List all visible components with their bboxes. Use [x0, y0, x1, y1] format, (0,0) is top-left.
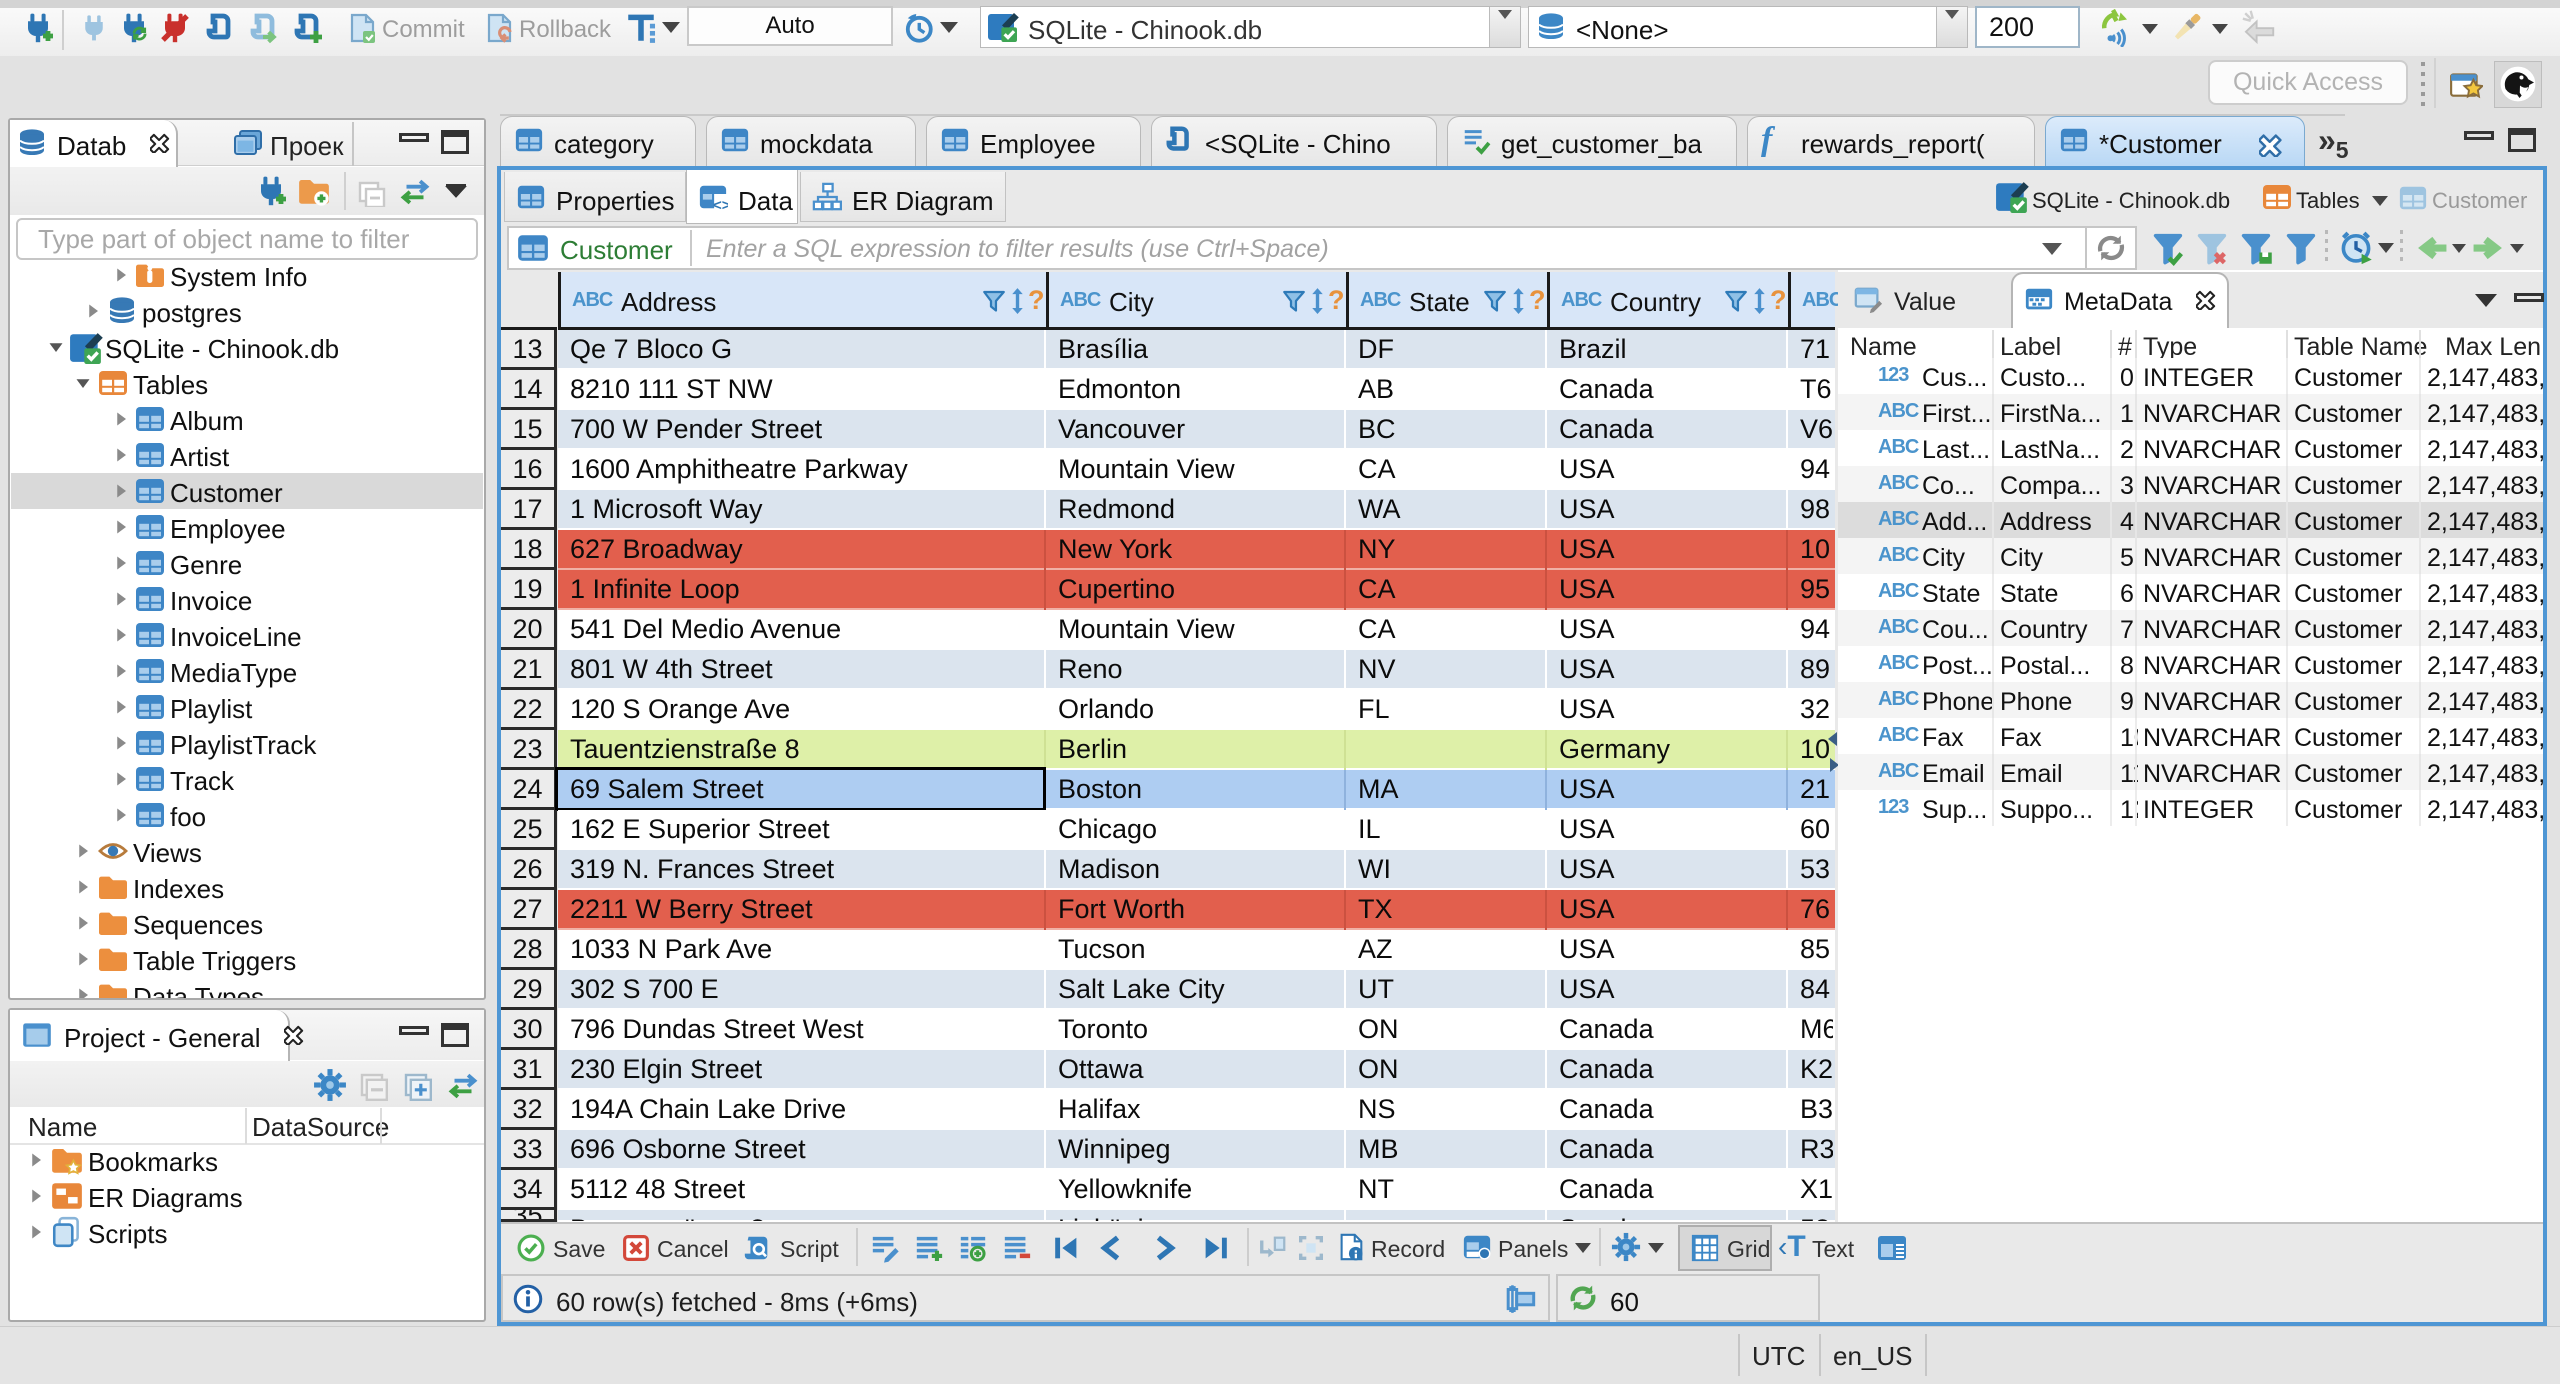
svg-text:<>: <>: [713, 197, 728, 212]
